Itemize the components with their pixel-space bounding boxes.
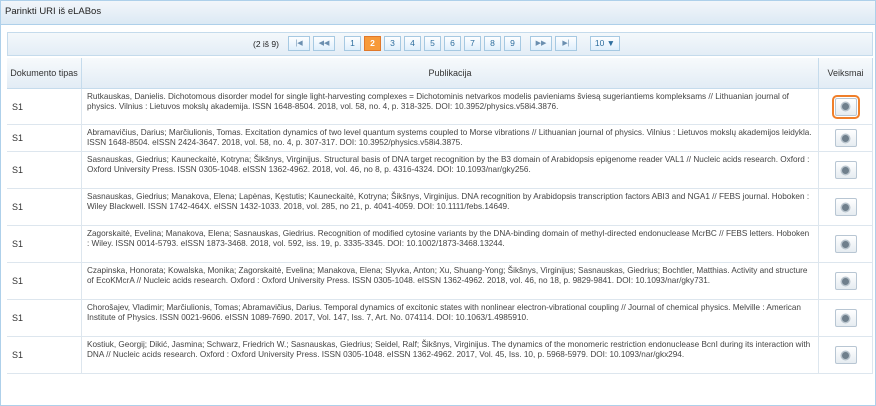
page-button-3[interactable]: 3 xyxy=(383,36,401,51)
row-action-button[interactable] xyxy=(834,235,857,253)
last-page-button[interactable]: ▶| xyxy=(554,36,577,51)
document-type-cell: S1 xyxy=(7,125,82,151)
first-page-icon: |◀ xyxy=(295,40,303,47)
row-action-button[interactable] xyxy=(834,272,857,290)
row-action-button[interactable] xyxy=(834,129,857,147)
page-button-8[interactable]: 8 xyxy=(483,36,501,51)
settings-icon xyxy=(842,314,849,322)
column-header-actions: Veiksmai xyxy=(819,58,873,88)
settings-icon xyxy=(842,166,849,174)
publication-cell: Zagorskaitė, Evelina; Manakova, Elena; S… xyxy=(82,226,819,262)
table-row: S1 Kostiuk, Georgij; Dikić, Jasmina; Sch… xyxy=(7,337,873,374)
table-header: Dokumento tipas Publikacija Veiksmai xyxy=(7,58,873,89)
publication-cell: Czapinska, Honorata; Kowalska, Monika; Z… xyxy=(82,263,819,299)
prev-page-button[interactable]: ◀◀ xyxy=(312,36,335,51)
first-page-button[interactable]: |◀ xyxy=(287,36,310,51)
page-button-5[interactable]: 5 xyxy=(423,36,441,51)
publication-cell: Chorošajev, Vladimir; Marčiulionis, Toma… xyxy=(82,300,819,336)
page-info: (2 iš 9) xyxy=(253,38,279,49)
column-header-document-type[interactable]: Dokumento tipas xyxy=(7,58,82,88)
table-row: S1 Zagorskaitė, Evelina; Manakova, Elena… xyxy=(7,226,873,263)
row-action-button[interactable] xyxy=(834,198,857,216)
table-row: S1 Sasnauskas, Giedrius; Manakova, Elena… xyxy=(7,189,873,226)
page-button-2-current[interactable]: 2 xyxy=(363,36,381,51)
table-row: S1 Chorošajev, Vladimir; Marčiulionis, T… xyxy=(7,300,873,337)
next-page-button[interactable]: ▶▶ xyxy=(529,36,552,51)
settings-icon xyxy=(842,103,849,110)
settings-icon xyxy=(842,351,849,359)
page-button-7[interactable]: 7 xyxy=(463,36,481,51)
row-action-button[interactable] xyxy=(831,94,860,119)
column-header-publication[interactable]: Publikacija xyxy=(82,58,819,88)
publications-table: Dokumento tipas Publikacija Veiksmai S1 … xyxy=(7,58,873,374)
row-action-button[interactable] xyxy=(834,346,857,364)
table-row: S1 Czapinska, Honorata; Kowalska, Monika… xyxy=(7,263,873,300)
page-button-4[interactable]: 4 xyxy=(403,36,421,51)
publication-cell: Sasnauskas, Giedrius; Kauneckaitė, Kotry… xyxy=(82,152,819,188)
publication-cell: Sasnauskas, Giedrius; Manakova, Elena; L… xyxy=(82,189,819,225)
settings-icon xyxy=(842,277,849,285)
settings-icon xyxy=(842,203,849,211)
document-type-cell: S1 xyxy=(7,226,82,262)
select-uri-panel: Parinkti URI iš eLABos (2 iš 9) |◀ ◀◀ 1 … xyxy=(0,0,876,406)
panel-title: Parinkti URI iš eLABos xyxy=(1,1,875,25)
document-type-cell: S1 xyxy=(7,152,82,188)
publication-cell: Rutkauskas, Danielis. Dichotomous disord… xyxy=(82,89,819,124)
settings-icon xyxy=(842,134,849,142)
document-type-cell: S1 xyxy=(7,89,82,124)
table-row: S1 Sasnauskas, Giedrius; Kauneckaitė, Ko… xyxy=(7,152,873,189)
page-button-6[interactable]: 6 xyxy=(443,36,461,51)
settings-icon xyxy=(842,240,849,248)
document-type-cell: S1 xyxy=(7,189,82,225)
row-action-button[interactable] xyxy=(834,161,857,179)
document-type-cell: S1 xyxy=(7,263,82,299)
page-button-1[interactable]: 1 xyxy=(343,36,361,51)
page-button-9[interactable]: 9 xyxy=(503,36,521,51)
row-action-button[interactable] xyxy=(834,309,857,327)
document-type-cell: S1 xyxy=(7,337,82,373)
prev-page-icon: ◀◀ xyxy=(318,40,330,47)
paginator: (2 iš 9) |◀ ◀◀ 1 2 3 4 5 6 7 8 9 ▶▶ ▶| 1… xyxy=(7,32,873,56)
rows-per-page-select[interactable]: 10 ▼ xyxy=(589,36,620,51)
publication-cell: Abramavičius, Darius; Marčiulionis, Toma… xyxy=(82,125,819,151)
table-row: S1 Abramavičius, Darius; Marčiulionis, T… xyxy=(7,125,873,152)
table-row: S1 Rutkauskas, Danielis. Dichotomous dis… xyxy=(7,89,873,125)
publication-cell: Kostiuk, Georgij; Dikić, Jasmina; Schwar… xyxy=(82,337,819,373)
last-page-icon: ▶| xyxy=(562,40,570,47)
next-page-icon: ▶▶ xyxy=(535,40,547,47)
document-type-cell: S1 xyxy=(7,300,82,336)
